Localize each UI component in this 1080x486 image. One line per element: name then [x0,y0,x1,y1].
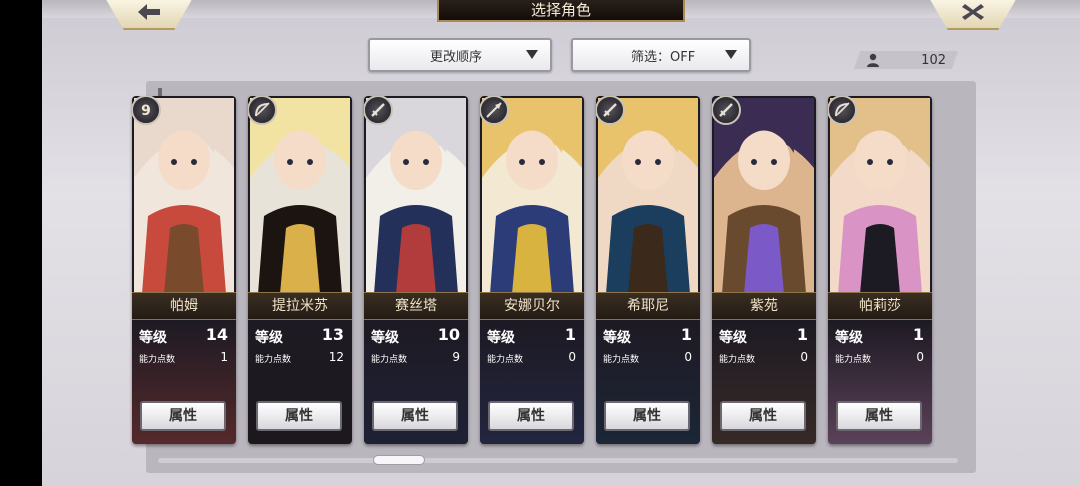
close-x-icon [962,4,984,20]
ability-points-value: 9 [452,350,460,364]
filter-dropdown[interactable]: 筛选：OFF [571,38,751,72]
level-label: 等级 [139,330,167,346]
character-stats: 等级 1 能力点数 0 属性 [712,321,816,444]
character-count-box: 102 [854,51,958,69]
character-stats: 等级 1 能力点数 0 属性 [480,321,584,444]
ability-points-label: 能力点数 [255,355,292,365]
level-value: 1 [912,325,924,344]
horizontal-scrollbar-thumb[interactable] [373,455,425,465]
character-name: 安娜贝尔 [480,292,584,320]
game-screen: 选择角色 更改顺序 筛选：OFF 102 9 帕姆 等级 14 能力点数 1 属性 提拉米苏等… [42,0,1080,486]
attributes-button[interactable]: 属性 [836,401,922,431]
level-label: 等级 [603,330,631,346]
character-card[interactable]: 提拉米苏等级 13 能力点数 12 属性 [248,96,352,444]
attributes-button[interactable]: 属性 [488,401,574,431]
user-icon [867,53,879,67]
ability-points-value: 0 [800,350,808,364]
page-title: 选择角色 [437,0,685,22]
level-label: 等级 [255,330,283,346]
character-portrait [598,98,698,294]
character-card[interactable]: 帕莉莎等级 1 能力点数 0 属性 [828,96,932,444]
character-stats: 等级 14 能力点数 1 属性 [132,321,236,444]
level-label: 等级 [719,330,747,346]
character-portrait [250,98,350,294]
level-value: 10 [437,325,460,344]
ability-points-label: 能力点数 [719,355,756,365]
sort-dropdown[interactable]: 更改顺序 [368,38,552,72]
character-name: 希耶尼 [596,292,700,320]
character-card[interactable]: 安娜贝尔等级 1 能力点数 0 属性 [480,96,584,444]
ability-points-value: 0 [568,350,576,364]
level-value: 1 [564,325,576,344]
character-stats: 等级 1 能力点数 0 属性 [828,321,932,444]
level-value: 14 [205,325,228,344]
character-count: 102 [921,52,946,68]
character-stats: 等级 10 能力点数 9 属性 [364,321,468,444]
level-label: 等级 [371,330,399,346]
character-name: 提拉米苏 [248,292,352,320]
horizontal-scrollbar-track[interactable] [158,458,958,463]
character-name: 紫苑 [712,292,816,320]
character-card[interactable]: 希耶尼等级 1 能力点数 0 属性 [596,96,700,444]
level-value: 1 [796,325,808,344]
ability-points-label: 能力点数 [487,355,524,365]
character-portrait [714,98,814,294]
back-button[interactable] [104,0,194,30]
attributes-button[interactable]: 属性 [604,401,690,431]
character-stats: 等级 1 能力点数 0 属性 [596,321,700,444]
character-card[interactable]: 紫苑等级 1 能力点数 0 属性 [712,96,816,444]
ability-points-label: 能力点数 [835,355,872,365]
character-portrait [366,98,466,294]
level-label: 等级 [487,330,515,346]
ability-points-value: 1 [220,350,228,364]
sort-dropdown-label: 更改顺序 [430,49,483,65]
level-label: 等级 [835,330,863,346]
svg-text:9: 9 [141,103,151,119]
character-stats: 等级 13 能力点数 12 属性 [248,321,352,444]
level-value: 13 [321,325,344,344]
ability-points-label: 能力点数 [139,355,176,365]
level-value: 1 [680,325,692,344]
arrow-left-icon [138,4,160,20]
attributes-button[interactable]: 属性 [256,401,342,431]
ability-points-label: 能力点数 [603,355,640,365]
ability-points-value: 12 [328,350,344,364]
close-button[interactable] [928,0,1018,30]
ability-points-label: 能力点数 [371,355,408,365]
character-name: 赛丝塔 [364,292,468,320]
ability-points-value: 0 [684,350,692,364]
character-portrait [134,98,234,294]
character-name: 帕莉莎 [828,292,932,320]
character-name: 帕姆 [132,292,236,320]
chevron-down-icon [725,50,737,59]
attributes-button[interactable]: 属性 [140,401,226,431]
chevron-down-icon [526,50,538,59]
character-card[interactable]: 9 帕姆等级 14 能力点数 1 属性 [132,96,236,444]
ability-points-value: 0 [916,350,924,364]
filter-dropdown-label: 筛选：OFF [631,49,696,65]
character-card[interactable]: 赛丝塔等级 10 能力点数 9 属性 [364,96,468,444]
attributes-button[interactable]: 属性 [372,401,458,431]
character-portrait [830,98,930,294]
attributes-button[interactable]: 属性 [720,401,806,431]
system-bezel [0,0,42,486]
character-portrait [482,98,582,294]
